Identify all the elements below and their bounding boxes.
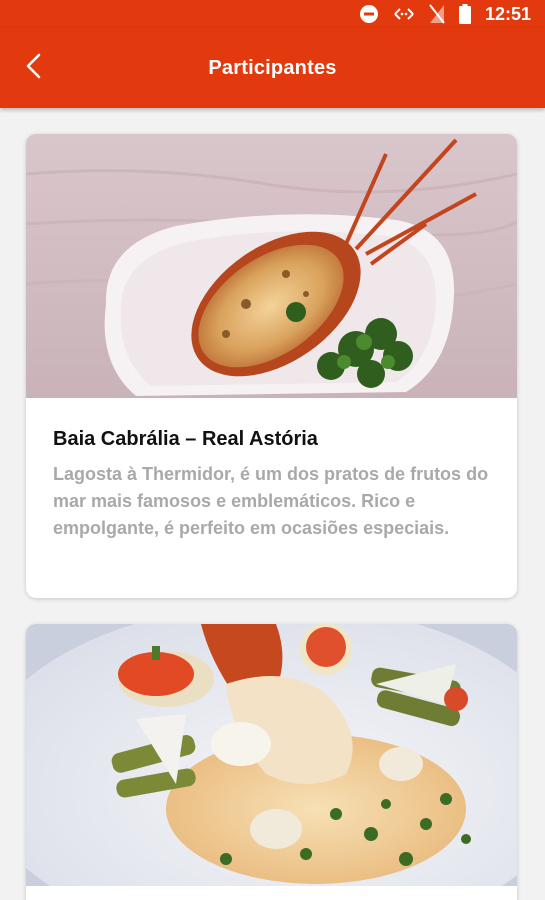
battery-icon [458, 4, 471, 24]
status-bar: 12:51 [0, 0, 545, 28]
data-arrows-icon [393, 5, 415, 23]
participant-card[interactable]: Baia Cabrália – Real Astória Lagosta à T… [26, 134, 517, 598]
do-not-disturb-icon [359, 4, 379, 24]
lobster-thermidor-photo [26, 134, 517, 398]
lobster-dish-photo [26, 624, 517, 886]
participants-list[interactable]: Baia Cabrália – Real Astória Lagosta à T… [0, 108, 545, 900]
status-time: 12:51 [484, 3, 531, 24]
card-description: Lagosta à Thermidor, é um dos pratos de … [53, 464, 489, 538]
card-title: Baia Cabrália – Real Astória [53, 428, 318, 450]
participant-card[interactable] [26, 624, 517, 900]
page-title: Participantes [208, 56, 337, 79]
back-button[interactable] [14, 48, 54, 88]
no-signal-icon [429, 4, 445, 24]
chevron-left-icon [24, 53, 44, 84]
app-bar: Participantes [0, 28, 545, 108]
